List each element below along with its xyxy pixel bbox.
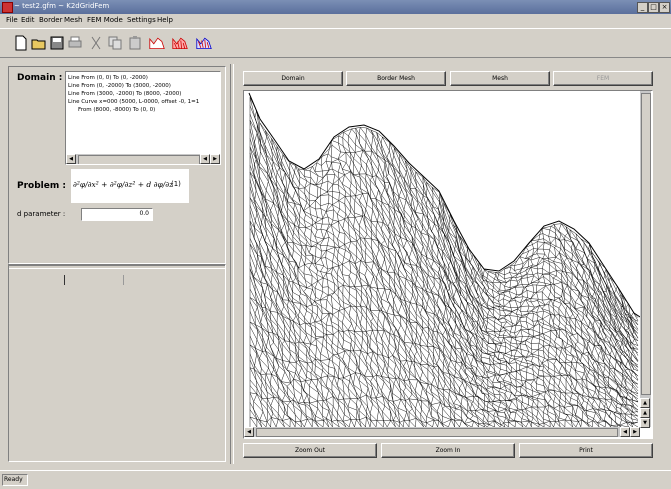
equation-formula: ∂²φ/∂x² + ∂²φ/∂z² + d ∂φ/∂z [73,180,174,189]
save-icon[interactable] [49,35,65,51]
text-cursor [64,275,65,285]
canvas-horizontal-scrollbar[interactable]: ◀ ◀ ▶ [244,427,640,437]
paste-icon[interactable] [127,35,143,51]
domain-line: Line From (3000, -2000) To (8000, -2000) [68,91,182,97]
d-parameter-label: d parameter : [17,210,66,218]
domain-text-area[interactable]: Line From (0, 0) To (0, -2000) Line From… [65,71,221,165]
canvas-vertical-scrollbar[interactable]: ▲ ▲ ▼ [640,91,651,428]
window-title: ~ test2.gfm ~ K2dGridFem [14,2,110,10]
open-folder-icon[interactable] [31,35,47,51]
status-bar: Ready [0,470,671,489]
domain-line: Line Curve x=000 (5000, L-0000, offset -… [68,99,200,105]
menu-border[interactable]: Border [39,16,62,24]
mesh-button[interactable]: Mesh [450,71,550,86]
domain-line: Line From (0, 0) To (0, -2000) [68,75,148,81]
canvas-scroll-right-icon[interactable]: ▶ [630,427,640,437]
problem-panel: Domain : Line From (0, 0) To (0, -2000) … [8,66,226,264]
maximize-button[interactable]: □ [648,2,659,13]
new-file-icon[interactable] [13,35,29,51]
domain-line: From (8000, -8000) To (0, 0) [78,107,156,113]
solve-fem-icon[interactable] [196,35,212,51]
domain-button[interactable]: Domain [243,71,343,86]
domain-line: Line From (0, -2000) To (3000, -2000) [68,83,171,89]
draw-mesh-icon[interactable] [172,35,188,51]
zoom-out-button[interactable]: Zoom Out [243,443,377,458]
equation-rhs: (1) [171,180,181,188]
panel-divider [9,265,225,269]
menu-file[interactable]: File [6,16,18,24]
print-button[interactable]: Print [519,443,653,458]
splitter[interactable] [230,64,234,464]
mesh-drawing [248,92,640,427]
scroll-up-icon[interactable]: ▲ [640,408,650,418]
mesh-canvas[interactable]: ▲ ▲ ▼ ◀ ◀ ▶ [243,90,653,439]
zoom-in-button[interactable]: Zoom In [381,443,515,458]
menu-fem-mode[interactable]: FEM Mode [87,16,123,24]
menu-mesh[interactable]: Mesh [64,16,82,24]
title-bar: ~ test2.gfm ~ K2dGridFem _ □ × [0,0,671,14]
domain-horizontal-scrollbar[interactable]: ◀ ◀ ▶ [66,154,220,164]
close-button[interactable]: × [659,2,670,13]
draw-domain-icon[interactable] [149,35,165,51]
scroll-down-icon[interactable]: ▼ [640,418,650,428]
copy-icon[interactable] [107,35,123,51]
print-icon[interactable] [67,35,83,51]
scroll-right-icon[interactable]: ▶ [210,154,220,164]
scroll-up-alt-icon[interactable]: ▲ [640,398,650,408]
menu-edit[interactable]: Edit [21,16,35,24]
cut-icon[interactable] [88,35,104,51]
problem-label: Problem : [17,181,66,191]
menu-help[interactable]: Help [157,16,173,24]
scroll-thumb[interactable] [78,155,200,164]
minimize-button[interactable]: _ [637,2,648,13]
domain-label: Domain : [17,73,63,83]
app-icon [2,2,13,13]
toolbar [0,28,671,58]
status-field: Ready [2,474,28,486]
vertical-scroll-thumb[interactable] [641,93,651,395]
menu-settings[interactable]: Settings [127,16,156,24]
mesh-triangles [249,97,639,427]
scroll-left-icon[interactable]: ◀ [66,154,76,164]
scroll-right-alt-icon[interactable]: ◀ [200,154,210,164]
horizontal-scroll-thumb[interactable] [256,428,618,437]
column-separator [123,275,124,285]
canvas-scroll-left-alt-icon[interactable]: ◀ [620,427,630,437]
menu-bar: File Edit Border Mesh FEM Mode Settings … [0,14,671,27]
output-panel [8,264,226,462]
d-parameter-input[interactable]: 0.0 [81,208,153,221]
canvas-scroll-left-icon[interactable]: ◀ [244,427,254,437]
border-mesh-button[interactable]: Border Mesh [346,71,446,86]
fem-button[interactable]: FEM [553,71,653,86]
